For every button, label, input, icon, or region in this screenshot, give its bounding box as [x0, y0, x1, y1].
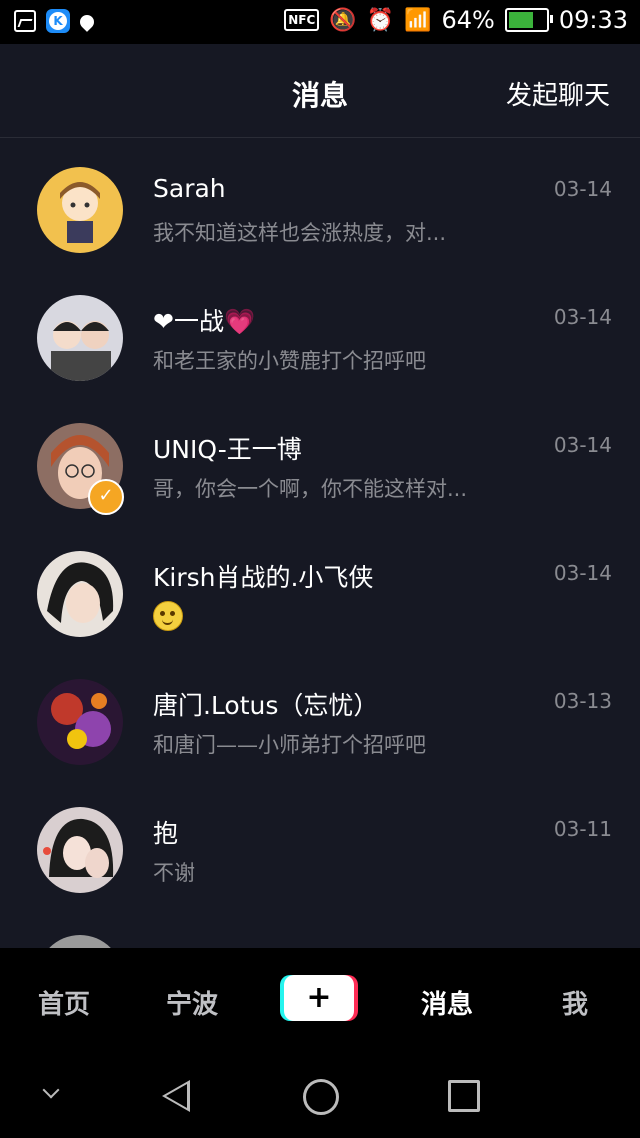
conversation-date: 03-13 — [553, 689, 612, 713]
k-app-icon: K — [46, 9, 70, 33]
conversation-preview: 和老王家的小赞鹿打个招呼吧 — [153, 349, 426, 373]
conversation-preview: 哥，你会一个啊，你不能这样对... — [153, 477, 468, 501]
back-icon[interactable] — [162, 1080, 190, 1112]
nfc-icon: NFC — [284, 9, 320, 31]
conversation-name: Sarah — [153, 174, 226, 203]
wifi-icon: 📶 — [404, 7, 432, 33]
conversation-name: ❤一战💗 — [153, 307, 256, 336]
battery-percent: 64% — [441, 6, 495, 34]
conversation-name: 抱 — [153, 819, 179, 848]
alarm-icon: ⏰ — [366, 7, 395, 33]
conversation-date: 03-11 — [553, 817, 612, 841]
bottom-tab-bar: 首页 宁波 + 消息 我 — [0, 948, 640, 1054]
mute-icon: 🔕 — [329, 7, 357, 33]
conversation-date: 03-14 — [553, 433, 612, 457]
avatar[interactable] — [37, 167, 123, 253]
conversation-name: UNIQ-王一博 — [153, 435, 302, 464]
conversation-preview: 和唐门——小师弟打个招呼吧 — [153, 733, 426, 757]
battery-icon — [504, 8, 553, 32]
start-chat-button[interactable]: 发起聊天 — [506, 75, 610, 112]
conversation-preview: 我不知道这样也会涨热度，对... — [153, 221, 447, 245]
avatar[interactable] — [37, 935, 123, 948]
avatar[interactable] — [37, 807, 123, 893]
conversation-date: 03-14 — [553, 561, 612, 585]
verified-badge-icon: ✓ — [88, 479, 124, 515]
avatar[interactable] — [37, 679, 123, 765]
tab-me[interactable]: 我 — [562, 984, 588, 1021]
clock: 09:33 — [558, 6, 628, 34]
conversation-item[interactable]: 抱 不谢 03-11 — [0, 778, 640, 906]
conversation-date: 03-14 — [553, 177, 612, 201]
conversation-name: Kirsh肖战的.小飞侠 — [153, 563, 374, 592]
recent-apps-icon[interactable] — [448, 1080, 480, 1112]
tab-city[interactable]: 宁波 — [166, 984, 218, 1021]
create-button[interactable]: + — [284, 975, 354, 1021]
conversation-name: 唐门.Lotus（忘忧） — [153, 691, 379, 720]
conversation-item[interactable]: 妈妈 03-06 — [0, 906, 640, 948]
conversation-item[interactable]: ✓ UNIQ-王一博 哥，你会一个啊，你不能这样对... 03-14 — [0, 394, 640, 522]
system-navigation-bar — [0, 1054, 640, 1138]
avatar[interactable] — [37, 295, 123, 381]
conversation-list[interactable]: Sarah 我不知道这样也会涨热度，对... 03-14 ❤一战💗 和老王家的小… — [0, 138, 640, 948]
image-icon — [14, 10, 36, 32]
conversation-item[interactable]: Sarah 我不知道这样也会涨热度，对... 03-14 — [0, 138, 640, 266]
conversation-preview: 不谢 — [153, 861, 195, 885]
smile-emoji-icon — [153, 601, 183, 631]
location-icon — [77, 12, 97, 32]
tab-messages[interactable]: 消息 — [421, 984, 473, 1021]
conversation-date: 03-14 — [553, 305, 612, 329]
conversation-item[interactable]: Kirsh肖战的.小飞侠 03-14 — [0, 522, 640, 650]
status-bar: K NFC 🔕 ⏰ 📶 64% 09:33 — [0, 0, 640, 44]
conversation-item[interactable]: 唐门.Lotus（忘忧） 和唐门——小师弟打个招呼吧 03-13 — [0, 650, 640, 778]
conversation-item[interactable]: ❤一战💗 和老王家的小赞鹿打个招呼吧 03-14 — [0, 266, 640, 394]
home-icon[interactable] — [303, 1079, 339, 1115]
chevron-down-icon[interactable] — [42, 1081, 60, 1099]
header: 消息 发起聊天 — [0, 44, 640, 138]
avatar[interactable] — [37, 551, 123, 637]
conversation-preview — [153, 601, 183, 636]
tab-home[interactable]: 首页 — [38, 984, 90, 1021]
